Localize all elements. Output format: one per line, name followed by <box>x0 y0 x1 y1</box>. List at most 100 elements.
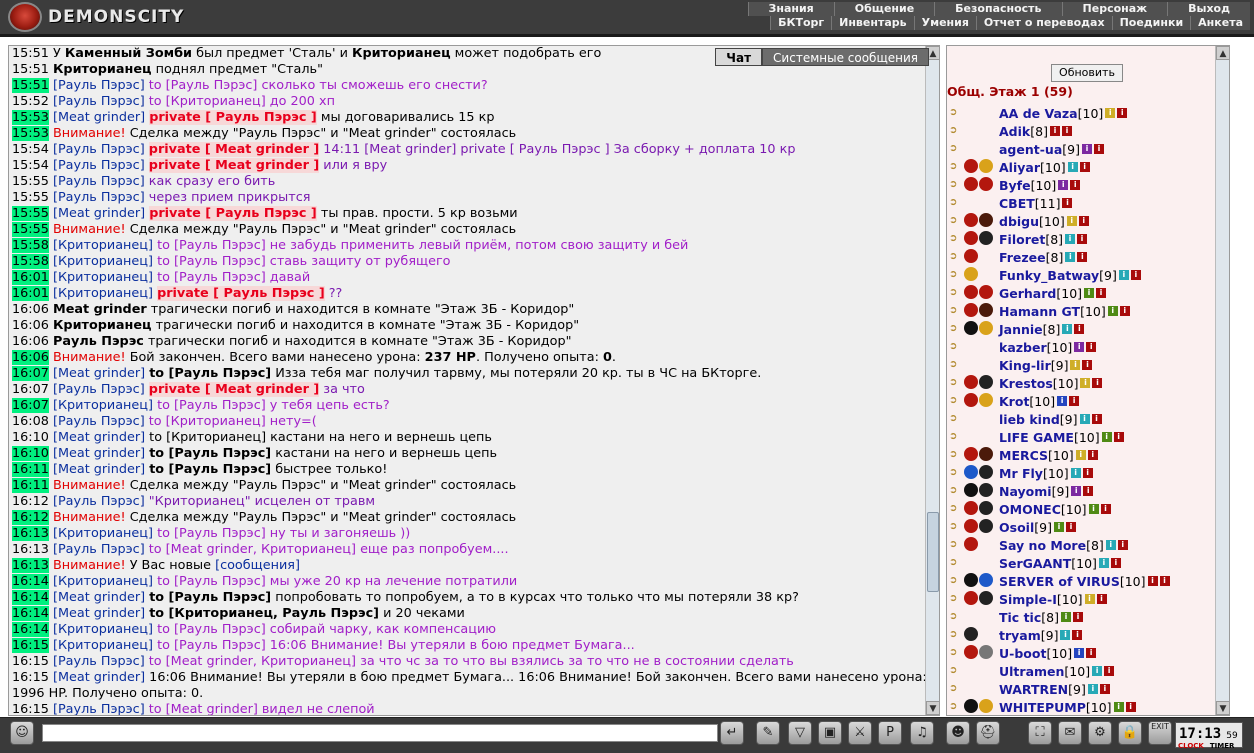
sender-nick[interactable]: [Криторианец] <box>53 270 153 285</box>
private-message-icon[interactable]: ➲ <box>949 215 963 227</box>
sender-nick[interactable]: [Рауль Пэрэс] <box>53 654 145 669</box>
private-message-icon[interactable]: ➲ <box>949 413 963 425</box>
timestamp[interactable]: 15:58 <box>12 238 49 253</box>
user-row[interactable]: ➲ Byfe [10] i i <box>949 176 1170 194</box>
timestamp[interactable]: 15:54 <box>12 142 49 157</box>
private-message-icon[interactable]: ➲ <box>949 449 963 461</box>
sender-nick[interactable]: [Рауль Пэрэс] <box>53 174 145 189</box>
save-log-icon[interactable]: ▣ <box>818 721 842 745</box>
user-nick[interactable]: lieb kind <box>999 412 1060 427</box>
timestamp[interactable]: 15:54 <box>12 158 49 173</box>
timestamp[interactable]: 16:10 <box>12 430 49 445</box>
user-info-icon[interactable]: i <box>1082 360 1093 370</box>
user-nick[interactable]: tryam <box>999 628 1041 643</box>
user-info-icon[interactable]: i <box>1079 162 1090 172</box>
user-info-icon[interactable]: i <box>1053 522 1064 532</box>
sender-nick[interactable]: [Криторианец] <box>53 286 153 301</box>
timestamp[interactable]: 16:15 <box>12 702 49 715</box>
user-info-icon[interactable]: i <box>1101 432 1112 442</box>
submenu-item[interactable]: Поединки <box>1111 16 1191 30</box>
user-nick[interactable]: OMONEC <box>999 502 1061 517</box>
user-info-icon[interactable]: i <box>1065 522 1076 532</box>
fight-icon[interactable]: ⚔ <box>848 721 872 745</box>
user-info-icon[interactable]: i <box>1078 216 1089 226</box>
timestamp[interactable]: 16:14 <box>12 622 49 637</box>
user-info-icon[interactable]: i <box>1117 108 1128 118</box>
menu-item[interactable]: Персонаж <box>1061 2 1168 16</box>
private-message-icon[interactable]: ➲ <box>949 683 963 695</box>
user-info-icon[interactable]: i <box>1099 684 1110 694</box>
user-info-icon[interactable]: i <box>1107 306 1118 316</box>
helmet-icon[interactable]: ⛑ <box>976 721 1000 745</box>
user-row[interactable]: ➲ Gerhard [10] i i <box>949 284 1170 302</box>
emote-icon[interactable]: ☻ <box>946 721 970 745</box>
user-row[interactable]: ➲ dbigu [10] i i <box>949 212 1170 230</box>
user-nick[interactable]: kazber <box>999 340 1047 355</box>
private-message-icon[interactable]: ➲ <box>949 197 963 209</box>
menu-item[interactable]: Выход <box>1167 2 1250 16</box>
timestamp[interactable]: 16:15 <box>12 670 49 685</box>
timestamp[interactable]: 15:55 <box>12 190 49 205</box>
private-message-icon[interactable]: ➲ <box>949 485 963 497</box>
bag-icon[interactable]: ⛶ <box>1028 721 1052 745</box>
user-nick[interactable]: WARTREN <box>999 682 1068 697</box>
user-info-icon[interactable]: i <box>1159 576 1170 586</box>
sender-nick[interactable]: [Meat grinder] <box>53 206 145 221</box>
private-message-icon[interactable]: ➲ <box>949 143 963 155</box>
menu-item[interactable]: Знания <box>747 2 834 16</box>
user-info-icon[interactable]: i <box>1074 342 1085 352</box>
timestamp[interactable]: 16:06 <box>12 350 49 365</box>
user-nick[interactable]: Byfe <box>999 178 1031 193</box>
private-message-icon[interactable]: ➲ <box>949 377 963 389</box>
sender-nick[interactable]: [Криторианец] <box>53 238 153 253</box>
timestamp[interactable]: 16:11 <box>12 478 49 493</box>
user-info-icon[interactable]: i <box>1082 468 1093 478</box>
user-info-icon[interactable]: i <box>1070 360 1081 370</box>
sender-nick[interactable]: [Meat grinder] <box>53 606 145 621</box>
user-nick[interactable]: Funky_Batway <box>999 268 1099 283</box>
private-message-icon[interactable]: ➲ <box>949 269 963 281</box>
user-nick[interactable]: Frezee <box>999 250 1046 265</box>
timestamp[interactable]: 15:55 <box>12 206 49 221</box>
user-info-icon[interactable]: i <box>1086 342 1097 352</box>
user-info-icon[interactable]: i <box>1075 450 1086 460</box>
sender-nick[interactable]: [Meat grinder] <box>53 462 145 477</box>
submenu-item[interactable]: БКТорг <box>770 16 832 30</box>
private-message-icon[interactable]: ➲ <box>949 521 963 533</box>
private-message-icon[interactable]: ➲ <box>949 341 963 353</box>
exit-button[interactable]: EXIT <box>1148 721 1172 745</box>
timestamp[interactable]: 16:01 <box>12 270 49 285</box>
user-info-icon[interactable]: i <box>1087 450 1098 460</box>
sender-nick[interactable]: [Рауль Пэрэс] <box>53 158 145 173</box>
user-info-icon[interactable]: i <box>1084 594 1095 604</box>
sender-nick[interactable]: [Криторианец] <box>53 254 153 269</box>
sender-nick[interactable]: [Криторианец] <box>53 398 153 413</box>
user-info-icon[interactable]: i <box>1086 648 1097 658</box>
user-info-icon[interactable]: i <box>1092 666 1103 676</box>
user-nick[interactable]: SERVER of VIRUS <box>999 574 1120 589</box>
scroll-thumb[interactable] <box>927 512 939 592</box>
sender-nick[interactable]: [Рауль Пэрэс] <box>53 382 145 397</box>
sender-nick[interactable]: [Рауль Пэрэс] <box>53 542 145 557</box>
user-info-icon[interactable]: i <box>1074 324 1085 334</box>
user-row[interactable]: ➲ MERCS [10] i i <box>949 446 1170 464</box>
user-row[interactable]: ➲ Filoret [8] i i <box>949 230 1170 248</box>
timestamp[interactable]: 16:06 <box>12 334 49 349</box>
user-row[interactable]: ➲ King-lir [9] i i <box>949 356 1170 374</box>
refresh-button[interactable]: Обновить <box>1051 64 1123 82</box>
private-message-icon[interactable]: ➲ <box>949 107 963 119</box>
user-info-icon[interactable]: i <box>1147 576 1158 586</box>
user-nick[interactable]: Osoil <box>999 520 1034 535</box>
user-info-icon[interactable]: i <box>1093 144 1104 154</box>
user-row[interactable]: ➲ CBET [11] i <box>949 194 1170 212</box>
user-nick[interactable]: Filoret <box>999 232 1045 247</box>
private-message-icon[interactable]: ➲ <box>949 323 963 335</box>
user-info-icon[interactable]: i <box>1083 486 1094 496</box>
user-info-icon[interactable]: i <box>1119 306 1130 316</box>
submenu-item[interactable]: Инвентарь <box>831 16 914 30</box>
timestamp[interactable]: 16:06 <box>12 318 49 333</box>
user-info-icon[interactable]: i <box>1077 234 1088 244</box>
timestamp[interactable]: 15:51 <box>12 46 49 61</box>
user-nick[interactable]: CBET <box>999 196 1035 211</box>
chat-scrollbar[interactable]: ▲ ▼ <box>925 46 939 715</box>
